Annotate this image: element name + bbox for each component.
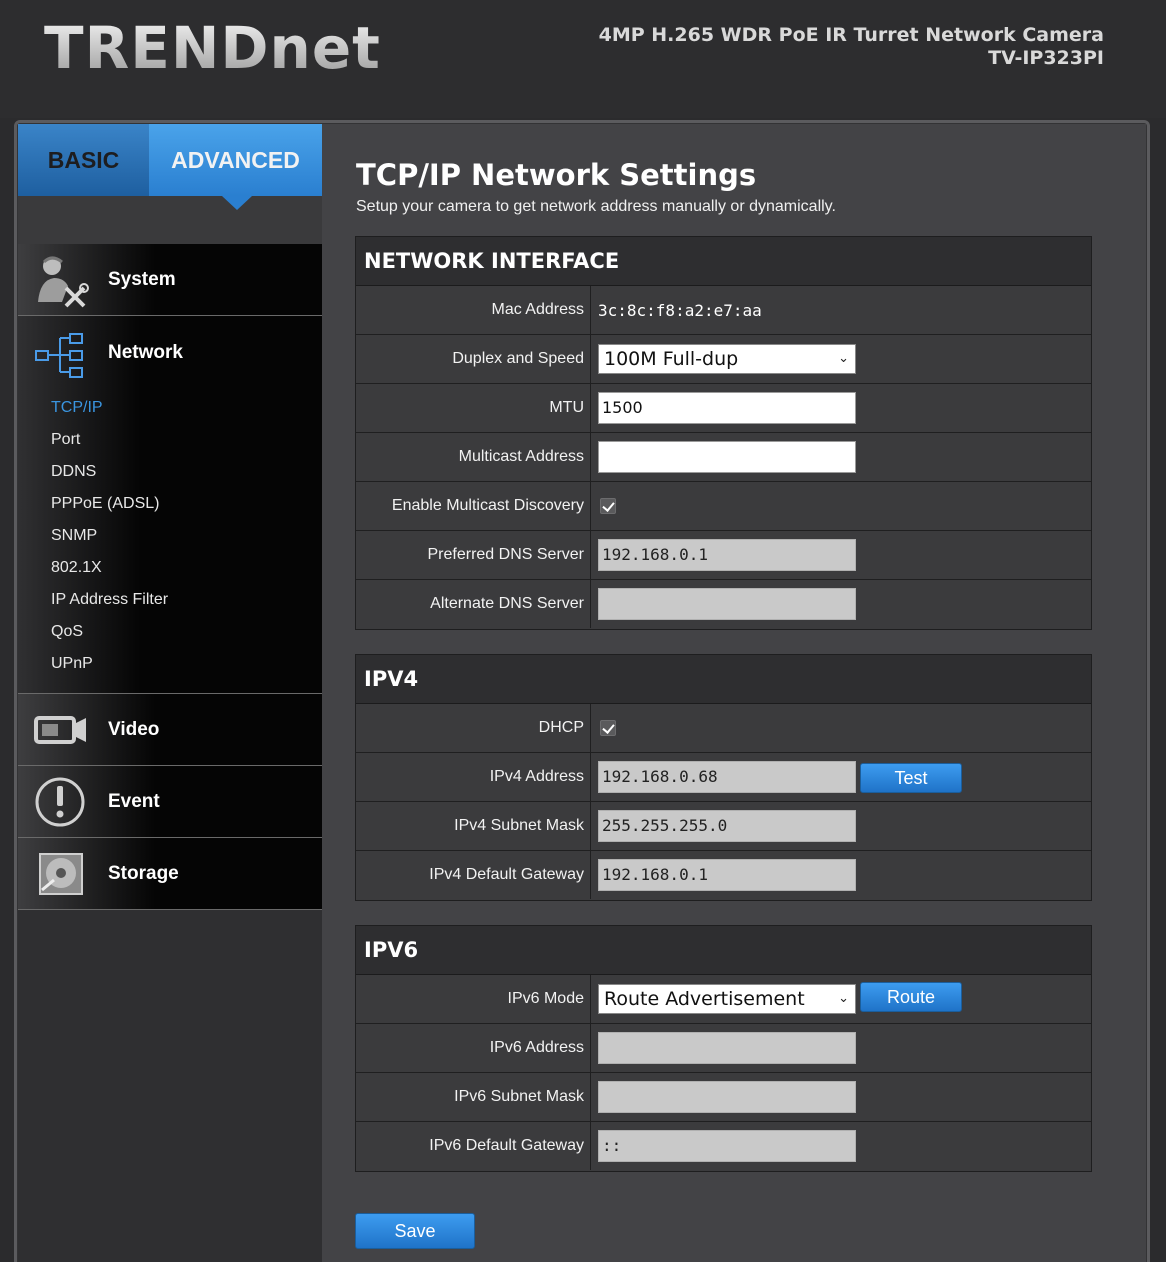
field-label: MTU xyxy=(356,384,591,432)
sidebar-item-label: Event xyxy=(108,790,160,812)
main-panel: TCP/IP Network Settings Setup your camer… xyxy=(322,124,1146,1262)
multicast-discovery-checkbox[interactable] xyxy=(600,498,616,514)
multicast-address-input[interactable] xyxy=(598,441,856,473)
section-heading: NETWORK INTERFACE xyxy=(356,237,1091,286)
field-label: IPv6 Mode xyxy=(356,975,591,1023)
ipv6-gateway-input[interactable]: :: xyxy=(598,1130,856,1162)
network-submenu: TCP/IP Port DDNS PPPoE (ADSL) SNMP 802.1… xyxy=(51,392,168,680)
sidebar-item-label: Storage xyxy=(108,862,179,884)
ipv6-mask-row: IPv6 Subnet Mask xyxy=(356,1073,1091,1122)
field-label: Enable Multicast Discovery xyxy=(356,482,591,530)
field-label: IPv4 Default Gateway xyxy=(356,851,591,899)
section-heading: IPV6 xyxy=(356,926,1091,975)
tab-advanced[interactable]: ADVANCED xyxy=(149,124,322,196)
sidebar-item-system[interactable]: System xyxy=(18,244,322,316)
section-heading: IPV4 xyxy=(356,655,1091,704)
field-label: Preferred DNS Server xyxy=(356,531,591,579)
field-label: IPv4 Address xyxy=(356,753,591,801)
tab-pointer-icon xyxy=(222,196,252,210)
subnav-qos[interactable]: QoS xyxy=(51,616,168,648)
product-line: 4MP H.265 WDR PoE IR Turret Network Came… xyxy=(598,24,1104,46)
field-label: IPv6 Address xyxy=(356,1024,591,1072)
sidebar-item-event[interactable]: Event xyxy=(18,766,322,838)
preferred-dns-input[interactable]: 192.168.0.1 xyxy=(598,539,856,571)
mtu-row: MTU 1500 xyxy=(356,384,1091,433)
field-label: Duplex and Speed xyxy=(356,335,591,383)
alert-icon xyxy=(35,777,85,827)
ipv6-subnet-mask-input[interactable] xyxy=(598,1081,856,1113)
subnav-tcpip[interactable]: TCP/IP xyxy=(51,392,168,424)
alternate-dns-input[interactable] xyxy=(598,588,856,620)
ipv6-mode-row: IPv6 Mode Route Advertisement ⌄ Route xyxy=(356,975,1091,1024)
network-interface-section: NETWORK INTERFACE Mac Address 3c:8c:f8:a… xyxy=(355,236,1092,630)
ipv4-section: IPV4 DHCP IPv4 Address 192.168.0.68 Test… xyxy=(355,654,1092,901)
multicast-discovery-row: Enable Multicast Discovery xyxy=(356,482,1091,531)
subnav-8021x[interactable]: 802.1X xyxy=(51,552,168,584)
mac-address-row: Mac Address 3c:8c:f8:a2:e7:aa xyxy=(356,286,1091,335)
duplex-speed-select[interactable]: 100M Full-dup ⌄ xyxy=(598,344,856,374)
duplex-row: Duplex and Speed 100M Full-dup ⌄ xyxy=(356,335,1091,384)
multicast-row: Multicast Address xyxy=(356,433,1091,482)
field-label: IPv6 Subnet Mask xyxy=(356,1073,591,1121)
subnav-port[interactable]: Port xyxy=(51,424,168,456)
field-label: Alternate DNS Server xyxy=(356,580,591,628)
page-title: TCP/IP Network Settings xyxy=(356,158,757,192)
dns1-row: Preferred DNS Server 192.168.0.1 xyxy=(356,531,1091,580)
ipv6-gateway-row: IPv6 Default Gateway :: xyxy=(356,1122,1091,1171)
field-label: Multicast Address xyxy=(356,433,591,481)
subnav-ip-filter[interactable]: IP Address Filter xyxy=(51,584,168,616)
dhcp-row: DHCP xyxy=(356,704,1091,753)
dns2-row: Alternate DNS Server xyxy=(356,580,1091,629)
ipv6-address-row: IPv6 Address xyxy=(356,1024,1091,1073)
ipv6-address-input[interactable] xyxy=(598,1032,856,1064)
field-label: IPv4 Subnet Mask xyxy=(356,802,591,850)
test-button[interactable]: Test xyxy=(860,763,962,793)
sidebar-item-label: Video xyxy=(108,718,160,740)
field-label: Mac Address xyxy=(356,286,591,334)
ipv4-address-row: IPv4 Address 192.168.0.68 Test xyxy=(356,753,1091,802)
system-admin-icon xyxy=(38,256,89,308)
chevron-down-icon: ⌄ xyxy=(838,351,849,366)
sidebar-item-label: Network xyxy=(108,342,183,363)
mtu-input[interactable]: 1500 xyxy=(598,392,856,424)
chevron-down-icon: ⌄ xyxy=(838,991,849,1006)
field-label: DHCP xyxy=(356,704,591,752)
tab-basic[interactable]: BASIC xyxy=(18,124,149,196)
ipv4-address-input[interactable]: 192.168.0.68 xyxy=(598,761,856,793)
select-value: Route Advertisement xyxy=(604,988,805,1010)
header: TRENDnet 4MP H.265 WDR PoE IR Turret Net… xyxy=(0,0,1166,118)
mac-address-value: 3c:8c:f8:a2:e7:aa xyxy=(598,300,762,320)
network-tree-icon xyxy=(35,333,83,378)
subnav-pppoe[interactable]: PPPoE (ADSL) xyxy=(51,488,168,520)
sidebar-nav: System Network TCP/IP Port DDNS PPPoE (A… xyxy=(18,244,334,910)
tab-spacer xyxy=(18,196,322,244)
trendnet-logo: TRENDnet xyxy=(44,14,381,82)
storage-disk-icon xyxy=(39,853,83,895)
ipv6-mode-select[interactable]: Route Advertisement ⌄ xyxy=(598,984,856,1014)
ipv6-section: IPV6 IPv6 Mode Route Advertisement ⌄ Rou… xyxy=(355,925,1092,1172)
sidebar-item-network[interactable]: Network TCP/IP Port DDNS PPPoE (ADSL) SN… xyxy=(18,316,334,694)
sidebar-item-storage[interactable]: Storage xyxy=(18,838,322,910)
sidebar-item-video[interactable]: Video xyxy=(18,694,322,766)
select-value: 100M Full-dup xyxy=(604,348,739,370)
mode-tabs: BASIC ADVANCED xyxy=(18,124,322,196)
product-model: TV-IP323PI xyxy=(988,47,1104,69)
ipv4-gateway-row: IPv4 Default Gateway 192.168.0.1 xyxy=(356,851,1091,900)
sidebar-item-label: System xyxy=(108,268,176,290)
product-info: 4MP H.265 WDR PoE IR Turret Network Came… xyxy=(599,24,1104,70)
field-label: IPv6 Default Gateway xyxy=(356,1122,591,1170)
video-camera-icon xyxy=(34,716,86,744)
subnav-ddns[interactable]: DDNS xyxy=(51,456,168,488)
subnav-snmp[interactable]: SNMP xyxy=(51,520,168,552)
route-button[interactable]: Route xyxy=(860,982,962,1012)
save-button[interactable]: Save xyxy=(355,1213,475,1249)
page-subtitle: Setup your camera to get network address… xyxy=(356,198,836,215)
sidebar: BASIC ADVANCED System Network TCP/IP Por… xyxy=(18,124,334,1262)
ipv4-mask-row: IPv4 Subnet Mask 255.255.255.0 xyxy=(356,802,1091,851)
dhcp-checkbox[interactable] xyxy=(600,720,616,736)
ipv4-subnet-mask-input[interactable]: 255.255.255.0 xyxy=(598,810,856,842)
ipv4-gateway-input[interactable]: 192.168.0.1 xyxy=(598,859,856,891)
subnav-upnp[interactable]: UPnP xyxy=(51,648,168,680)
